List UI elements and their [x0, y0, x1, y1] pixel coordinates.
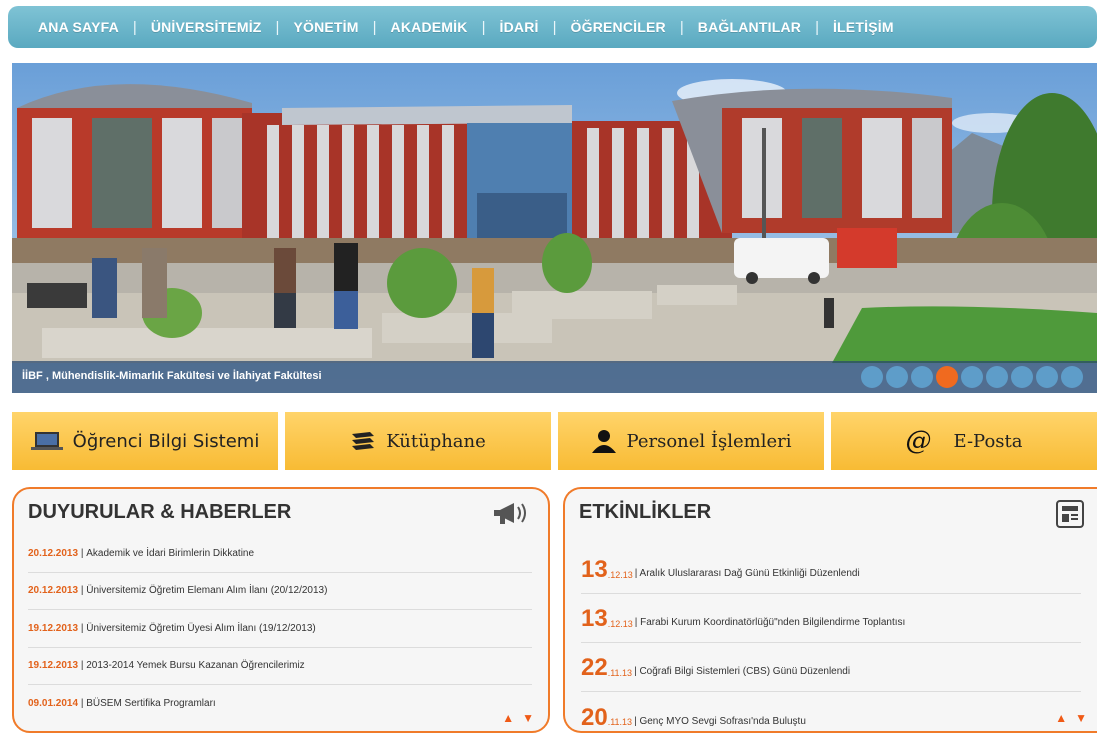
nav-separator: |: [552, 18, 557, 36]
event-month: .11.13: [607, 667, 633, 678]
slider-dot[interactable]: [886, 366, 908, 388]
news-date: 09.01.2014: [28, 698, 79, 710]
news-arrows: ▲ ▼: [502, 711, 534, 725]
event-item[interactable]: 20.11.13 | Genç MYO Sevgi Sofrası'nda Bul…: [581, 692, 1081, 733]
scroll-up-icon[interactable]: ▲: [502, 711, 514, 725]
news-item[interactable]: 20.12.2013 | Üniversitemiz Öğretim Elema…: [28, 573, 532, 610]
obs-link[interactable]: Öğrenci Bilgi Sistemi: [12, 412, 278, 470]
slider-dot-active[interactable]: [936, 366, 958, 388]
staff-link[interactable]: Personel İşlemleri: [558, 412, 824, 470]
email-label: E-Posta: [953, 430, 1023, 452]
nav-separator: |: [132, 18, 137, 36]
event-item[interactable]: 22.11.13 | Coğrafi Bilgi Sistemleri (CBS)…: [581, 643, 1081, 692]
slider-dot[interactable]: [1011, 366, 1033, 388]
news-separator: |: [78, 622, 87, 634]
event-text: | Aralık Uluslararası Dağ Günü Etkinliği…: [634, 568, 860, 579]
library-label: Kütüphane: [386, 430, 486, 452]
events-title: ETKİNLİKLER: [579, 501, 712, 523]
main-nav: ANA SAYFA | ÜNİVERSİTEMİZ | YÖNETİM | AKADE…: [8, 6, 1097, 48]
event-day: 13: [581, 605, 608, 632]
news-separator: |: [78, 698, 87, 710]
books-icon: [350, 430, 376, 452]
event-month: .12.13: [607, 569, 633, 580]
slider-dot[interactable]: [1036, 366, 1058, 388]
news-text: Akademik ve İdari Birimlerin Dikkatine: [86, 547, 255, 559]
hero-caption-bar: İİBF , Mühendislik-Mimarlık Fakültesi ve…: [12, 361, 1097, 393]
nav-separator: |: [815, 18, 819, 36]
staff-label: Personel İşlemleri: [626, 430, 792, 452]
news-item[interactable]: 20.12.2013 | Akademik ve İdari Birimleri…: [28, 535, 532, 573]
event-text: | Farabi Kurum Koordinatörlüğü"nden Bilg…: [634, 617, 906, 628]
slider-dot[interactable]: [911, 366, 933, 388]
hero-caption: İİBF , Mühendislik-Mimarlık Fakültesi ve…: [22, 370, 322, 382]
event-text: | Genç MYO Sevgi Sofrası'nda Buluştu: [634, 715, 806, 727]
events-panel: ETKİNLİKLER 13.12.13 | Aralık Uluslararas…: [563, 487, 1097, 733]
slider-dots: [861, 366, 1083, 388]
nav-iletisim[interactable]: İLETİŞİM: [833, 19, 894, 35]
user-icon: [591, 429, 617, 453]
hero-slider[interactable]: İİBF , Mühendislik-Mimarlık Fakültesi ve…: [12, 63, 1097, 393]
event-day: 13: [581, 556, 608, 583]
slider-dot[interactable]: [961, 366, 983, 388]
news-separator: |: [78, 547, 87, 559]
nav-separator: |: [275, 18, 280, 36]
news-date: 20.12.2013: [28, 585, 79, 597]
events-arrows: ▲ ▼: [1055, 711, 1087, 725]
nav-idari[interactable]: İDARİ: [499, 19, 538, 35]
news-panel: DUYURULAR & HABERLER 20.12.2013 | Akadem…: [12, 487, 550, 733]
nav-separator: |: [481, 18, 486, 36]
slider-dot[interactable]: [986, 366, 1008, 388]
at-sign-icon: @: [905, 426, 932, 456]
news-text: BÜSEM Sertifika Programları: [86, 698, 216, 710]
event-item[interactable]: 13.12.13 | Farabi Kurum Koordinatörlüğü"n…: [581, 594, 1081, 643]
news-title: DUYURULAR & HABERLER: [28, 501, 292, 523]
megaphone-icon: [492, 499, 532, 532]
event-day: 20: [581, 703, 608, 731]
news-text: 2013-2014 Yemek Bursu Kazanan Öğrenciler…: [86, 660, 305, 672]
event-text: | Coğrafi Bilgi Sistemleri (CBS) Günü Dü…: [634, 666, 851, 677]
news-date: 19.12.2013: [28, 622, 79, 634]
news-separator: |: [78, 585, 87, 597]
scroll-down-icon[interactable]: ▼: [1075, 711, 1087, 725]
news-item[interactable]: 19.12.2013 | 2013-2014 Yemek Bursu Kazan…: [28, 648, 532, 685]
news-text: Üniversitemiz Öğretim Elemanı Alım İlanı…: [86, 585, 328, 597]
event-day: 22: [581, 654, 608, 681]
nav-akademik[interactable]: AKADEMİK: [391, 19, 468, 35]
newspaper-icon: [1055, 499, 1085, 534]
email-link[interactable]: @ E-Posta: [831, 412, 1097, 470]
news-date: 20.12.2013: [28, 547, 79, 559]
event-month: .12.13: [607, 618, 633, 629]
nav-universitemiz[interactable]: ÜNİVERSİTEMİZ: [151, 19, 262, 35]
slider-dot[interactable]: [861, 366, 883, 388]
nav-yonetim[interactable]: YÖNETİM: [293, 19, 358, 35]
laptop-icon: [30, 431, 63, 451]
library-link[interactable]: Kütüphane: [285, 412, 551, 470]
news-separator: |: [78, 660, 87, 672]
news-item[interactable]: 19.12.2013 | Üniversitemiz Öğretim Üyesi…: [28, 610, 532, 648]
news-list: 20.12.2013 | Akademik ve İdari Birimleri…: [28, 535, 532, 723]
event-month: .11.13: [607, 717, 633, 727]
slider-dot[interactable]: [1061, 366, 1083, 388]
nav-ana-sayfa[interactable]: ANA SAYFA: [38, 19, 119, 35]
obs-label: Öğrenci Bilgi Sistemi: [72, 430, 260, 452]
nav-ogrenciler[interactable]: ÖĞRENCİLER: [571, 19, 666, 35]
nav-separator: |: [372, 18, 377, 36]
event-item[interactable]: 13.12.13 | Aralık Uluslararası Dağ Günü E…: [581, 545, 1081, 594]
nav-separator: |: [679, 18, 684, 36]
scroll-up-icon[interactable]: ▲: [1055, 711, 1067, 725]
news-date: 19.12.2013: [28, 660, 79, 672]
news-text: Üniversitemiz Öğretim Üyesi Alım İlanı (…: [86, 622, 316, 634]
campus-photo: [12, 63, 1097, 393]
nav-baglantilar[interactable]: BAĞLANTILAR: [698, 19, 801, 35]
news-item[interactable]: 09.01.2014 | BÜSEM Sertifika Programları: [28, 685, 532, 723]
scroll-down-icon[interactable]: ▼: [522, 711, 534, 725]
events-list: 13.12.13 | Aralık Uluslararası Dağ Günü E…: [581, 545, 1081, 733]
